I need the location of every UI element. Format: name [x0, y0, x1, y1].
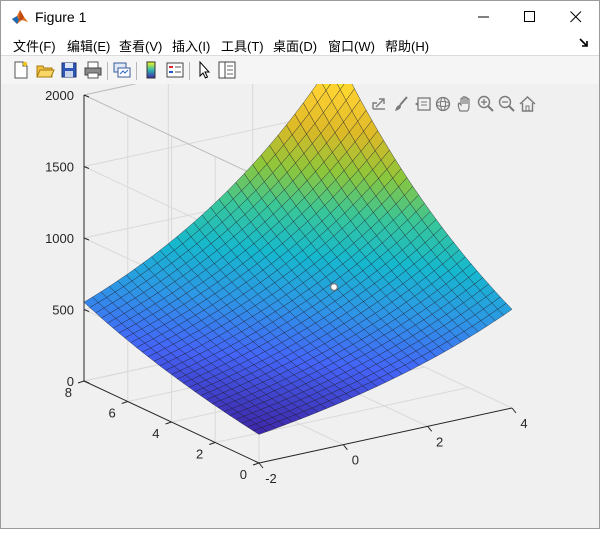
x-tick-label: 2	[436, 434, 443, 449]
property-inspector-icon[interactable]	[217, 60, 237, 80]
menu-tools[interactable]: 工具(T)	[221, 36, 264, 55]
y-tick-mark	[252, 462, 260, 466]
menu-window[interactable]: 窗口(W)	[328, 36, 375, 55]
y-tick-mark	[77, 380, 85, 384]
z-tick-label: 2000	[45, 88, 74, 103]
close-icon	[570, 11, 582, 23]
zoom-out-icon[interactable]	[498, 95, 515, 112]
export-icon[interactable]	[372, 98, 385, 110]
zoom-in-icon[interactable]	[477, 95, 494, 112]
print-icon[interactable]	[83, 60, 103, 80]
menu-desktop[interactable]: 桌面(D)	[273, 36, 317, 55]
x-tick-mark	[342, 444, 348, 450]
window-title: Figure 1	[35, 9, 87, 25]
y-tick-label: 6	[109, 406, 116, 421]
x-tick-mark	[511, 407, 517, 414]
rotate-3d-icon[interactable]	[435, 96, 451, 112]
maximize-icon	[524, 11, 535, 22]
menu-bar: 文件(F) 编辑(E) 查看(V) 插入(I) 工具(T) 桌面(D) 窗口(W…	[1, 33, 599, 55]
z-tick-label: 1000	[45, 231, 74, 246]
minimize-button[interactable]	[461, 1, 507, 33]
close-button[interactable]	[553, 1, 599, 33]
y-tick-mark	[165, 421, 172, 425]
x-tick-mark	[427, 426, 433, 432]
menu-file[interactable]: 文件(F)	[13, 36, 56, 55]
menu-view[interactable]: 查看(V)	[119, 36, 162, 55]
insert-colorbar-icon[interactable]	[141, 60, 161, 80]
figure-toolbar	[1, 55, 599, 85]
y-tick-label: 8	[65, 385, 72, 400]
title-bar: Figure 1	[1, 1, 599, 33]
toolbar-separator	[136, 62, 137, 80]
toolbar-separator	[107, 62, 108, 80]
grid-line	[83, 39, 338, 96]
y-tick-label: 4	[152, 426, 159, 441]
axes-toolbar	[372, 95, 536, 112]
y-tick-mark	[121, 401, 128, 404]
new-figure-icon[interactable]	[11, 60, 31, 80]
home-icon[interactable]	[519, 96, 536, 112]
open-file-icon[interactable]	[35, 60, 55, 80]
x-tick-mark	[258, 462, 264, 469]
figure-window: Figure 1 文件(F) 编辑(E) 查看(V) 插入(I) 工具(T) 桌…	[0, 0, 600, 529]
y-tick-mark	[209, 442, 216, 445]
x-tick-label: 0	[352, 453, 359, 468]
axis-edge	[83, 39, 338, 96]
x-tick-label: -2	[265, 471, 277, 486]
surface-mesh	[83, 53, 513, 435]
edit-plot-icon[interactable]	[194, 60, 214, 80]
brush-icon[interactable]	[395, 96, 408, 111]
pan-icon[interactable]	[457, 96, 470, 112]
menu-help[interactable]: 帮助(H)	[385, 36, 429, 55]
rotation-center-marker	[330, 283, 339, 292]
z-tick-label: 1500	[45, 160, 74, 175]
plot-area[interactable]: 0 500 1000 1500 2000 -2 0 2 4 0 2 4 6 8	[1, 39, 599, 528]
z-tick-label: 500	[52, 303, 74, 318]
y-tick-label: 0	[240, 467, 247, 482]
insert-legend-icon[interactable]	[165, 60, 185, 80]
link-plot-icon[interactable]	[112, 60, 132, 80]
dock-arrow-icon[interactable]	[579, 38, 589, 48]
surface-plot[interactable]: 0500100015002000-202402468	[1, 39, 599, 528]
data-tips-icon[interactable]	[415, 97, 431, 111]
matlab-logo-icon	[12, 10, 28, 24]
x-tick-label: 4	[520, 416, 527, 431]
menu-edit[interactable]: 编辑(E)	[67, 36, 110, 55]
y-tick-label: 2	[196, 447, 203, 462]
toolbar-separator	[189, 62, 190, 80]
save-icon[interactable]	[59, 60, 79, 80]
minimize-icon	[478, 16, 489, 18]
maximize-button[interactable]	[507, 1, 553, 33]
menu-insert[interactable]: 插入(I)	[172, 36, 210, 55]
